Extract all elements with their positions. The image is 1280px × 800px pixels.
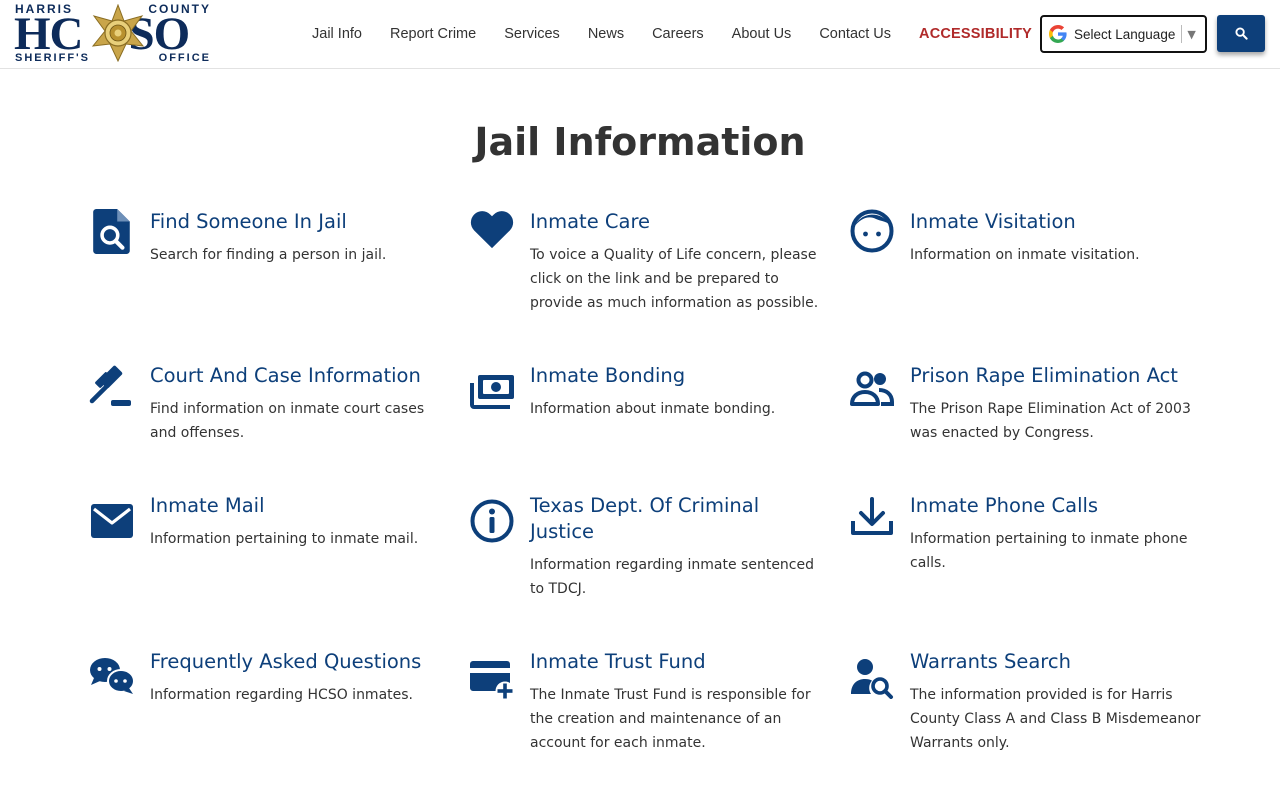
court-and-case-information-desc: Find information on inmate court cases a… <box>150 401 425 441</box>
find-someone-in-jail-link[interactable]: Find Someone In Jail <box>150 209 450 235</box>
inmate-phone-calls-link[interactable]: Inmate Phone Calls <box>910 493 1210 519</box>
prison-rape-elimination-act-link[interactable]: Prison Rape Elimination Act <box>910 363 1210 389</box>
search-button[interactable] <box>1217 15 1265 52</box>
search-icon <box>1234 27 1248 40</box>
language-divider <box>1181 25 1183 43</box>
logo-bottom-text: SHERIFF'S OFFICE <box>15 52 211 64</box>
language-select[interactable]: Select Language ▼ <box>1040 15 1207 53</box>
frequently-asked-questions-link[interactable]: Frequently Asked Questions <box>150 649 450 675</box>
inmate-trust-fund-link[interactable]: Inmate Trust Fund <box>530 649 830 675</box>
nav-contact-us[interactable]: Contact Us <box>819 26 891 42</box>
card-inmate-visitation: Inmate Visitation Information on inmate … <box>850 209 1210 267</box>
find-someone-in-jail-desc: Search for finding a person in jail. <box>150 247 387 263</box>
inmate-visitation-link[interactable]: Inmate Visitation <box>910 209 1210 235</box>
users-icon <box>850 371 894 406</box>
download-icon <box>851 497 893 535</box>
card-court-and-case-information: Court And Case Information Find informat… <box>89 363 450 445</box>
warrants-search-desc: The information provided is for Harris C… <box>910 687 1201 751</box>
card-find-someone-in-jail: Find Someone In Jail Search for finding … <box>93 209 450 267</box>
hcso-logo[interactable]: HARRIS COUNTY HC SO SHERIFF'S OFFICE <box>12 2 212 66</box>
inmate-care-desc: To voice a Quality of Life concern, plea… <box>530 247 819 311</box>
info-icon <box>470 499 514 543</box>
user-search-icon <box>851 659 893 699</box>
inmate-bonding-desc: Information about inmate bonding. <box>530 401 776 417</box>
file-search-icon <box>93 209 130 254</box>
language-select-label: Select Language <box>1074 26 1176 42</box>
inmate-mail-desc: Information pertaining to inmate mail. <box>150 531 419 547</box>
frequently-asked-questions-desc: Information regarding HCSO inmates. <box>150 687 413 703</box>
card-frequently-asked-questions: Frequently Asked Questions Information r… <box>90 649 450 707</box>
nav-jail-info[interactable]: Jail Info <box>312 26 362 42</box>
court-and-case-information-link[interactable]: Court And Case Information <box>150 363 450 389</box>
money-icon <box>470 375 514 409</box>
site-header: HARRIS COUNTY HC SO SHERIFF'S OFFICE Jail… <box>0 0 1280 69</box>
card-inmate-bonding: Inmate Bonding Information about inmate … <box>470 363 830 421</box>
inmate-mail-link[interactable]: Inmate Mail <box>150 493 450 519</box>
google-g-icon <box>1049 25 1067 43</box>
chat-icon <box>90 658 135 694</box>
inmate-phone-calls-desc: Information pertaining to inmate phone c… <box>910 531 1188 571</box>
card-warrants-search: Warrants Search The information provided… <box>851 649 1210 755</box>
page-title: Jail Information <box>474 120 806 164</box>
heart-icon <box>470 211 514 249</box>
card-prison-rape-elimination-act: Prison Rape Elimination Act The Prison R… <box>850 363 1210 445</box>
dropdown-arrow-icon: ▼ <box>1187 27 1196 41</box>
main-nav: Jail Info Report Crime Services News Car… <box>298 0 1042 68</box>
card-inmate-mail: Inmate Mail Information pertaining to in… <box>91 493 450 551</box>
credit-card-plus-icon <box>470 661 515 701</box>
inmate-visitation-desc: Information on inmate visitation. <box>910 247 1140 263</box>
warrants-search-link[interactable]: Warrants Search <box>910 649 1210 675</box>
prison-rape-elimination-act-desc: The Prison Rape Elimination Act of 2003 … <box>910 401 1191 441</box>
inmate-trust-fund-desc: The Inmate Trust Fund is responsible for… <box>530 687 811 751</box>
logo-sheriffs: SHERIFF'S <box>15 52 91 64</box>
nav-accessibility[interactable]: ACCESSIBILITY <box>919 26 1032 42</box>
face-icon <box>850 209 894 253</box>
logo-letters-left: HC <box>14 8 83 60</box>
card-inmate-phone-calls: Inmate Phone Calls Information pertainin… <box>851 493 1210 575</box>
inmate-bonding-link[interactable]: Inmate Bonding <box>530 363 830 389</box>
inmate-care-link[interactable]: Inmate Care <box>530 209 820 235</box>
nav-news[interactable]: News <box>588 26 624 42</box>
card-inmate-care: Inmate Care To voice a Quality of Life c… <box>470 209 820 315</box>
card-texas-dept-of-criminal-justice: Texas Dept. Of Criminal Justice Informat… <box>470 493 820 601</box>
nav-services[interactable]: Services <box>504 26 560 42</box>
texas-dept-of-criminal-justice-desc: Information regarding inmate sentenced t… <box>530 557 814 597</box>
gavel-icon <box>89 365 131 406</box>
logo-office: OFFICE <box>158 52 211 64</box>
texas-dept-of-criminal-justice-link[interactable]: Texas Dept. Of Criminal Justice <box>530 493 820 545</box>
nav-about-us[interactable]: About Us <box>732 26 792 42</box>
nav-report-crime[interactable]: Report Crime <box>390 26 476 42</box>
nav-careers[interactable]: Careers <box>652 26 704 42</box>
envelope-icon <box>91 504 133 538</box>
card-inmate-trust-fund: Inmate Trust Fund The Inmate Trust Fund … <box>470 649 830 755</box>
